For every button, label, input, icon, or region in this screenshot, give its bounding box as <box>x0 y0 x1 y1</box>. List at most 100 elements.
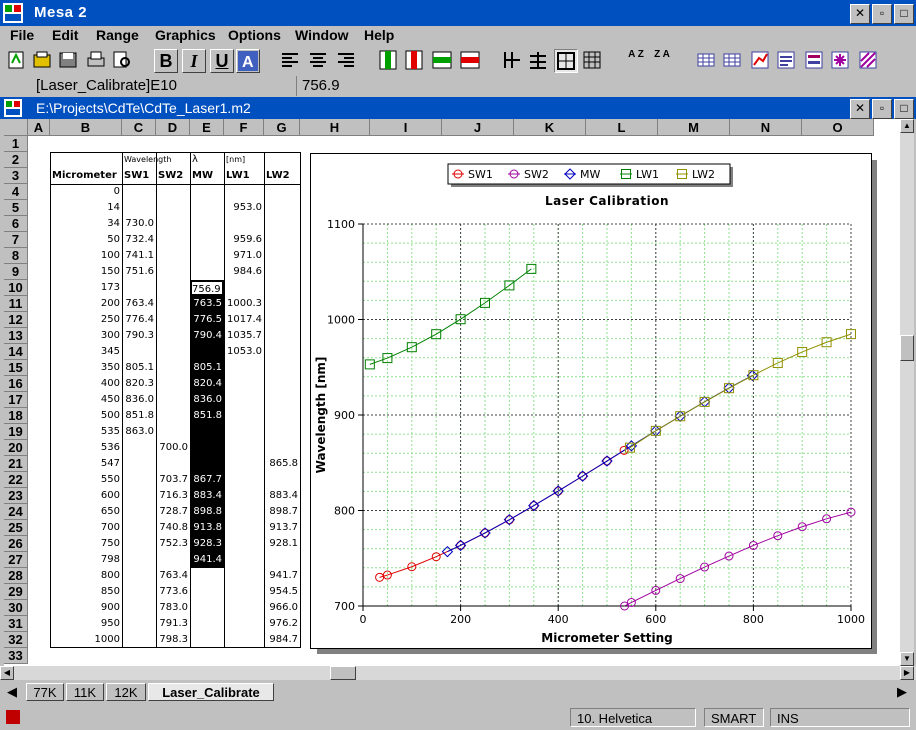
micrometer-cell[interactable]: 350 <box>50 360 122 376</box>
table-cell[interactable]: 928.3 <box>190 536 224 552</box>
table-cell[interactable]: 913.8 <box>190 520 224 536</box>
scroll-down-icon[interactable]: ▼ <box>900 652 914 666</box>
micrometer-cell[interactable]: 1000 <box>50 632 122 648</box>
font-color-icon[interactable]: A <box>236 49 260 73</box>
table-cell[interactable]: 763.4 <box>122 296 156 312</box>
table-cell[interactable]: 716.3 <box>156 488 190 504</box>
horizontal-scroll-thumb[interactable] <box>330 666 356 680</box>
table-cell[interactable]: 966.0 <box>264 600 300 616</box>
star-icon[interactable] <box>828 49 852 73</box>
scroll-up-icon[interactable]: ▲ <box>900 119 914 133</box>
border-left-icon[interactable] <box>500 49 524 73</box>
table-cell[interactable]: 867.7 <box>190 472 224 488</box>
border-all-icon[interactable] <box>580 49 604 73</box>
table-cell[interactable]: 820.4 <box>190 376 224 392</box>
micrometer-cell[interactable]: 250 <box>50 312 122 328</box>
row-header-15[interactable]: 15 <box>4 360 28 376</box>
row-header-7[interactable]: 7 <box>4 232 28 248</box>
table-cell[interactable]: 763.4 <box>156 568 190 584</box>
table-cell[interactable]: 732.4 <box>122 232 156 248</box>
new-sheet-icon[interactable] <box>4 49 28 73</box>
row-header-10[interactable]: 10 <box>4 280 28 296</box>
spreadsheet-grid[interactable]: 0 200 400 600 800 1000 700 800 900 1000 1100 Laser … <box>4 119 900 666</box>
column-header-h[interactable]: H <box>300 119 370 136</box>
table-cell[interactable]: 730.0 <box>122 216 156 232</box>
row-header-4[interactable]: 4 <box>4 184 28 200</box>
insert-column-icon[interactable] <box>376 49 400 73</box>
row-header-5[interactable]: 5 <box>4 200 28 216</box>
italic-button[interactable]: I <box>182 49 206 73</box>
doc-close-icon[interactable]: ✕ <box>850 99 870 119</box>
micrometer-cell[interactable]: 400 <box>50 376 122 392</box>
table-cell[interactable]: 798.3 <box>156 632 190 648</box>
row-header-25[interactable]: 25 <box>4 520 28 536</box>
tab-11k[interactable]: 11K <box>66 683 104 701</box>
micrometer-cell[interactable]: 100 <box>50 248 122 264</box>
tab-scroll-left-icon[interactable]: ◀ <box>4 683 20 701</box>
table-cell[interactable]: 913.7 <box>264 520 300 536</box>
row-header-33[interactable]: 33 <box>4 648 28 664</box>
table-cell[interactable]: 756.9 <box>190 280 224 296</box>
table-cell[interactable]: 953.0 <box>224 200 264 216</box>
doc-minimize-icon[interactable]: ▫ <box>872 99 892 119</box>
row-header-24[interactable]: 24 <box>4 504 28 520</box>
micrometer-cell[interactable]: 50 <box>50 232 122 248</box>
column-header-c[interactable]: C <box>122 119 156 136</box>
micrometer-cell[interactable]: 600 <box>50 488 122 504</box>
sort-ascending-icon[interactable]: A Z <box>624 49 648 73</box>
table-cell[interactable]: 971.0 <box>224 248 264 264</box>
table-cell[interactable]: 898.7 <box>264 504 300 520</box>
micrometer-cell[interactable]: 650 <box>50 504 122 520</box>
row-header-16[interactable]: 16 <box>4 376 28 392</box>
table-cell[interactable]: 941.4 <box>190 552 224 568</box>
menu-graphics[interactable]: Graphics <box>155 27 216 43</box>
row-header-11[interactable]: 11 <box>4 296 28 312</box>
select-all-corner[interactable] <box>4 119 28 136</box>
micrometer-cell[interactable]: 450 <box>50 392 122 408</box>
app-icon[interactable] <box>3 3 23 23</box>
column-header-i[interactable]: I <box>370 119 442 136</box>
table-cell[interactable]: 984.6 <box>224 264 264 280</box>
delete-row-icon[interactable] <box>458 49 482 73</box>
row-header-31[interactable]: 31 <box>4 616 28 632</box>
table-cell[interactable]: 836.0 <box>122 392 156 408</box>
table-cell[interactable]: 740.8 <box>156 520 190 536</box>
row-header-18[interactable]: 18 <box>4 408 28 424</box>
table-cell[interactable]: 1053.0 <box>224 344 264 360</box>
chart-icon[interactable] <box>748 49 772 73</box>
micrometer-cell[interactable]: 173 <box>50 280 122 296</box>
micrometer-cell[interactable]: 800 <box>50 568 122 584</box>
table-cell[interactable]: 883.4 <box>264 488 300 504</box>
micrometer-cell[interactable]: 535 <box>50 424 122 440</box>
row-header-14[interactable]: 14 <box>4 344 28 360</box>
scroll-left-icon[interactable]: ◀ <box>0 666 14 680</box>
table-cell[interactable]: 703.7 <box>156 472 190 488</box>
doc-maximize-icon[interactable]: □ <box>894 99 914 119</box>
row-header-12[interactable]: 12 <box>4 312 28 328</box>
micrometer-cell[interactable]: 700 <box>50 520 122 536</box>
border-grid-icon[interactable] <box>554 49 578 73</box>
table-cell[interactable]: 805.1 <box>122 360 156 376</box>
row-header-21[interactable]: 21 <box>4 456 28 472</box>
column-header-b[interactable]: B <box>50 119 122 136</box>
table-cell[interactable]: 790.4 <box>190 328 224 344</box>
formula-value[interactable]: 756.9 <box>302 77 340 94</box>
micrometer-cell[interactable]: 150 <box>50 264 122 280</box>
row-header-13[interactable]: 13 <box>4 328 28 344</box>
column-header-g[interactable]: G <box>264 119 300 136</box>
row-header-26[interactable]: 26 <box>4 536 28 552</box>
micrometer-cell[interactable]: 500 <box>50 408 122 424</box>
row-header-19[interactable]: 19 <box>4 424 28 440</box>
table-cell[interactable]: 976.2 <box>264 616 300 632</box>
table-cell[interactable]: 928.1 <box>264 536 300 552</box>
column-header-e[interactable]: E <box>190 119 224 136</box>
bold-button[interactable]: B <box>154 49 178 73</box>
maximize-icon[interactable]: □ <box>894 4 914 24</box>
table-cell[interactable]: 1017.4 <box>224 312 264 328</box>
row-header-29[interactable]: 29 <box>4 584 28 600</box>
document-icon[interactable] <box>4 99 22 117</box>
row-header-9[interactable]: 9 <box>4 264 28 280</box>
row-header-20[interactable]: 20 <box>4 440 28 456</box>
table-cell[interactable]: 700.0 <box>156 440 190 456</box>
table-cell[interactable]: 741.1 <box>122 248 156 264</box>
